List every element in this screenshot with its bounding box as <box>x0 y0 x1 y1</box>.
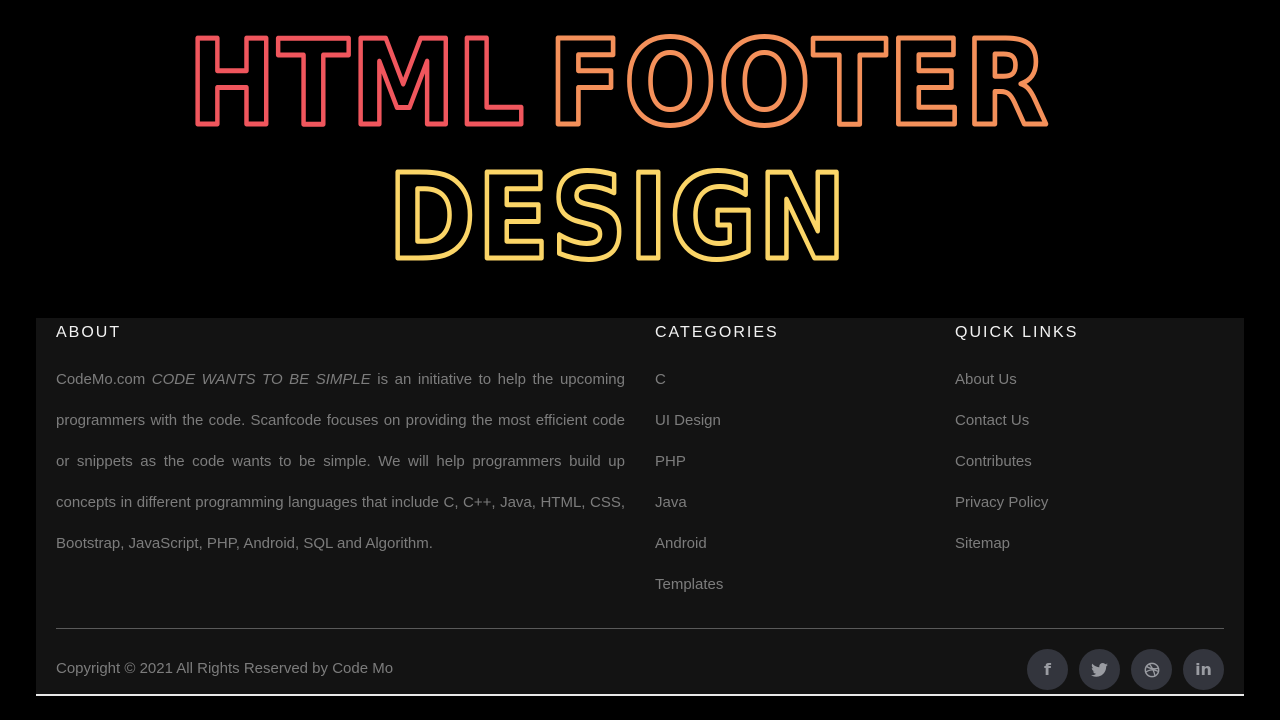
quick-links-heading: QUICK LINKS <box>955 324 1079 341</box>
about-section: ABOUT CodeMo.com CODE WANTS TO BE SIMPLE… <box>56 318 625 564</box>
title-footer: FOOTER <box>548 14 1050 152</box>
list-item: PHP <box>655 441 935 482</box>
facebook-button[interactable]: f <box>1027 649 1068 690</box>
list-item: Contributes <box>955 441 1235 482</box>
list-item: Templates <box>655 564 935 605</box>
category-link-php[interactable]: PHP <box>655 453 686 470</box>
social-icons: f in <box>1027 649 1224 690</box>
dribbble-button[interactable] <box>1131 649 1172 690</box>
categories-heading: CATEGORIES <box>655 324 779 341</box>
quick-link-about-us[interactable]: About Us <box>955 371 1017 388</box>
quick-link-contact-us[interactable]: Contact Us <box>955 412 1029 429</box>
category-link-templates[interactable]: Templates <box>655 576 723 593</box>
list-item: Java <box>655 482 935 523</box>
category-link-ui-design[interactable]: UI Design <box>655 412 721 429</box>
about-text-tagline: CODE WANTS TO BE SIMPLE <box>151 371 371 388</box>
twitter-button[interactable] <box>1079 649 1120 690</box>
linkedin-icon: in <box>1195 660 1212 679</box>
list-item: UI Design <box>655 400 935 441</box>
dribbble-icon <box>1144 662 1159 677</box>
about-text: CodeMo.com CODE WANTS TO BE SIMPLE is an… <box>56 359 625 564</box>
copyright-text: Copyright © 2021 All Rights Reserved by … <box>56 660 394 677</box>
about-text-prefix: CodeMo.com <box>56 371 152 388</box>
title-banner: HTML FOOTER DESIGN <box>0 0 1280 300</box>
site-footer: ABOUT CodeMo.com CODE WANTS TO BE SIMPLE… <box>36 318 1244 696</box>
list-item: Contact Us <box>955 400 1235 441</box>
quick-links-list: About Us Contact Us Contributes Privacy … <box>955 359 1235 564</box>
list-item: Privacy Policy <box>955 482 1235 523</box>
about-heading: ABOUT <box>56 324 122 341</box>
quick-link-sitemap[interactable]: Sitemap <box>955 535 1010 552</box>
list-item: Android <box>655 523 935 564</box>
linkedin-button[interactable]: in <box>1183 649 1224 690</box>
facebook-icon: f <box>1044 660 1051 679</box>
list-item: Sitemap <box>955 523 1235 564</box>
category-link-java[interactable]: Java <box>655 494 687 511</box>
twitter-icon <box>1091 662 1108 677</box>
title-graphic: HTML FOOTER DESIGN <box>186 12 1051 289</box>
category-link-android[interactable]: Android <box>655 535 707 552</box>
quick-link-contributes[interactable]: Contributes <box>955 453 1032 470</box>
categories-section: CATEGORIES C UI Design PHP Java Android … <box>655 318 935 605</box>
about-text-body: is an initiative to help the upcoming pr… <box>56 371 625 552</box>
quick-links-section: QUICK LINKS About Us Contact Us Contribu… <box>955 318 1235 564</box>
list-item: C <box>655 359 935 400</box>
category-link-c[interactable]: C <box>655 371 666 388</box>
quick-link-privacy-policy[interactable]: Privacy Policy <box>955 494 1048 511</box>
footer-divider <box>56 628 1224 629</box>
list-item: About Us <box>955 359 1235 400</box>
title-design: DESIGN <box>388 148 848 286</box>
title-html: HTML <box>188 14 526 152</box>
categories-list: C UI Design PHP Java Android Templates <box>655 359 935 605</box>
